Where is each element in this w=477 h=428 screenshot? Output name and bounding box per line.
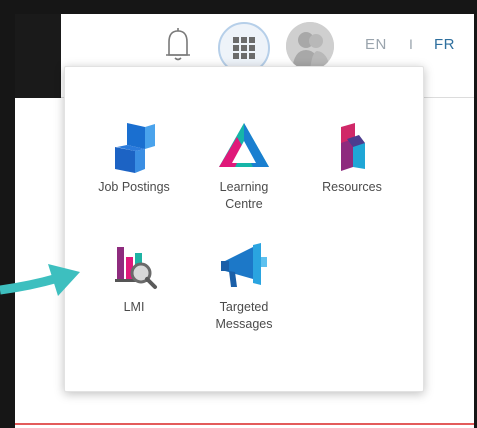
app-tile-label: Job Postings: [98, 180, 170, 194]
targeted-messages-icon: [221, 243, 267, 287]
apps-dropdown-menu: Job Postings Learning Centre Resources L…: [64, 66, 424, 392]
app-tile-lmi[interactable]: LMI: [79, 239, 189, 316]
grid-icon: [233, 37, 255, 59]
app-tile-label-line2: Messages: [215, 317, 273, 331]
app-tile-resources[interactable]: Resources: [297, 119, 407, 196]
language-en-link[interactable]: EN: [365, 36, 387, 53]
resources-icon: [341, 123, 365, 171]
content-bottom-border: [15, 423, 474, 425]
app-tile-label-line2: Centre: [225, 197, 263, 211]
background-top: [0, 0, 477, 14]
app-tile-label: LMI: [123, 300, 145, 314]
header-left-panel: [15, 14, 61, 98]
app-tile-label: Learning: [219, 180, 269, 194]
language-fr-link[interactable]: FR: [434, 36, 455, 53]
app-tile-label: Targeted: [219, 300, 269, 314]
learning-centre-icon: [219, 123, 269, 167]
app-tile-learning-centre[interactable]: Learning Centre: [189, 119, 299, 213]
job-postings-icon: [115, 123, 155, 173]
screenshot-stage: EN I FR Job Postings Learning Centre Res…: [0, 0, 477, 428]
lmi-icon: [115, 247, 157, 289]
app-tile-label: Resources: [322, 180, 382, 194]
notifications-button[interactable]: [163, 22, 193, 62]
background-left: [0, 0, 15, 428]
app-tile-targeted-messages[interactable]: Targeted Messages: [189, 239, 299, 333]
bell-icon: [166, 28, 190, 61]
user-silhouette-icon: [286, 22, 334, 70]
language-separator: I: [409, 36, 414, 52]
app-tile-job-postings[interactable]: Job Postings: [79, 119, 189, 196]
profile-avatar-button[interactable]: [286, 22, 334, 70]
pointer-arrow-icon: [0, 264, 80, 296]
